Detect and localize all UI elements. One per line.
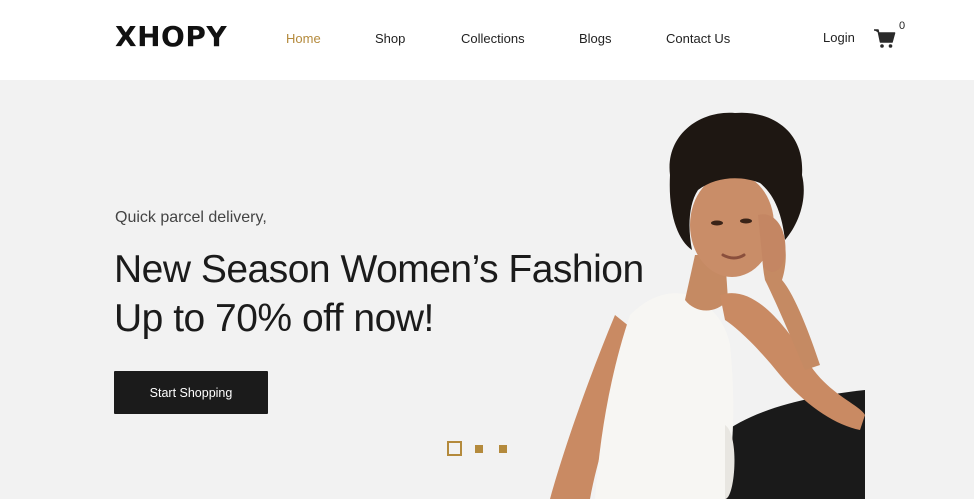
slider-dot-1[interactable] (447, 441, 462, 456)
nav-item-collections[interactable]: Collections (461, 31, 525, 46)
nav-item-home[interactable]: Home (286, 31, 321, 46)
cart-button[interactable] (873, 26, 897, 50)
slider-dot-2[interactable] (475, 445, 483, 453)
hero-banner: Quick parcel delivery, New Season Women’… (0, 80, 974, 499)
start-shopping-button[interactable]: Start Shopping (114, 371, 268, 414)
cart-count-badge: 0 (899, 20, 906, 32)
login-link[interactable]: Login (823, 30, 855, 45)
cart-icon (874, 29, 896, 48)
hero-tagline: Quick parcel delivery, (115, 209, 267, 226)
logo[interactable]: XHOPY (115, 20, 227, 53)
hero-model-image (550, 112, 865, 499)
nav-item-contact-us[interactable]: Contact Us (666, 31, 730, 46)
slider-dot-3[interactable] (499, 445, 507, 453)
nav-item-blogs[interactable]: Blogs (579, 31, 612, 46)
site-header: XHOPY Home Shop Collections Blogs Contac… (0, 0, 974, 80)
nav-item-shop[interactable]: Shop (375, 31, 405, 46)
